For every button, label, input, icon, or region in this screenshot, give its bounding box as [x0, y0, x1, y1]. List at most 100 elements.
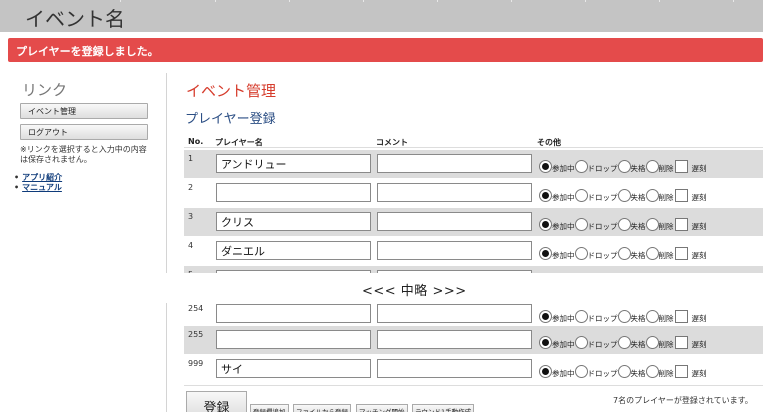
late-checkbox[interactable]: [674, 310, 688, 323]
table-row: 3 参加中 ドロップ 失格 削除 遅刻: [184, 208, 763, 236]
status-option-label: ドロップ: [587, 340, 618, 349]
status-radio[interactable]: [617, 247, 631, 260]
player-name-input[interactable]: [216, 359, 371, 378]
flash-message: プレイヤーを登録しました。: [8, 38, 763, 62]
late-label: 遅刻: [691, 340, 707, 349]
status-option-label: 失格: [630, 251, 646, 260]
status-radio[interactable]: [645, 310, 659, 323]
status-radio[interactable]: [574, 336, 588, 349]
add-row-button[interactable]: 登録欄追加: [250, 404, 289, 412]
status-radio[interactable]: [539, 218, 552, 231]
player-name-input[interactable]: [216, 212, 371, 231]
status-radio[interactable]: [645, 160, 659, 173]
register-from-file-button[interactable]: ファイルから登録: [293, 404, 351, 412]
sidebar-divider: [166, 73, 167, 412]
row-number: 1: [188, 154, 194, 163]
table-row: 254 参加中 ドロップ 失格 削除 遅刻: [184, 300, 763, 328]
status-radio[interactable]: [645, 189, 659, 202]
player-name-input[interactable]: [216, 241, 371, 260]
status-option-label: 削除: [658, 164, 674, 173]
status-option-label: 参加中: [552, 193, 575, 202]
status-option-label: 参加中: [552, 369, 575, 378]
footer-rule: [184, 385, 763, 386]
status-option-label: 失格: [630, 369, 646, 378]
status-radio[interactable]: [539, 160, 552, 173]
comment-input[interactable]: [377, 212, 532, 231]
status-option-label: 失格: [630, 340, 646, 349]
table-row: 2 参加中 ドロップ 失格 削除 遅刻: [184, 179, 763, 207]
comment-input[interactable]: [377, 183, 532, 202]
status-option-label: 参加中: [552, 314, 575, 323]
status-option-label: 削除: [658, 369, 674, 378]
comment-input[interactable]: [377, 154, 532, 173]
status-radio[interactable]: [617, 365, 631, 378]
player-name-input[interactable]: [216, 304, 371, 323]
logout-button[interactable]: ログアウト: [20, 124, 148, 140]
player-name-input[interactable]: [216, 330, 371, 349]
status-option-label: 参加中: [552, 340, 575, 349]
status-radio[interactable]: [539, 310, 552, 323]
status-option-label: 参加中: [552, 222, 575, 231]
row-number: 255: [188, 330, 204, 339]
status-radio[interactable]: [645, 218, 659, 231]
status-option-label: 失格: [630, 222, 646, 231]
late-checkbox[interactable]: [674, 336, 688, 349]
app-intro-link[interactable]: アプリ紹介: [22, 173, 62, 182]
status-radio[interactable]: [574, 160, 588, 173]
late-checkbox[interactable]: [674, 189, 688, 202]
status-radio[interactable]: [574, 218, 588, 231]
page: イベント名 プレイヤーを登録しました。 リンク イベント管理 ログアウト ※リン…: [0, 0, 763, 412]
status-options: 参加中 ドロップ 失格 削除 遅刻: [539, 306, 707, 324]
section-title: プレイヤー登録: [185, 112, 276, 127]
status-radio[interactable]: [539, 247, 552, 260]
status-option-label: ドロップ: [587, 164, 618, 173]
status-radio[interactable]: [574, 189, 588, 202]
comment-input[interactable]: [377, 241, 532, 260]
sidebar-note: ※リンクを選択すると入力中の内容は保存されません。: [20, 145, 147, 164]
manual-round1-button[interactable]: ラウンド1手動作成: [412, 404, 475, 412]
status-option-label: 参加中: [552, 251, 575, 260]
app-header: イベント名: [0, 0, 763, 32]
table-row: 255 参加中 ドロップ 失格 削除 遅刻: [184, 326, 763, 354]
status-radio[interactable]: [574, 365, 588, 378]
sidebar-heading: リンク: [22, 81, 68, 99]
status-radio[interactable]: [539, 189, 552, 202]
status-option-label: ドロップ: [587, 251, 618, 260]
status-radio[interactable]: [617, 189, 631, 202]
late-checkbox[interactable]: [674, 160, 688, 173]
event-title: イベント名: [25, 7, 125, 31]
player-name-input[interactable]: [216, 154, 371, 173]
row-number: 4: [188, 241, 194, 250]
status-option-label: 削除: [658, 222, 674, 231]
status-radio[interactable]: [539, 336, 552, 349]
register-button[interactable]: 登録: [186, 391, 247, 412]
status-option-label: ドロップ: [587, 314, 618, 323]
comment-input[interactable]: [377, 330, 532, 349]
late-checkbox[interactable]: [674, 365, 688, 378]
status-option-label: 削除: [658, 251, 674, 260]
status-radio[interactable]: [645, 365, 659, 378]
late-checkbox[interactable]: [674, 247, 688, 260]
late-label: 遅刻: [691, 314, 707, 323]
status-options: 参加中 ドロップ 失格 削除 遅刻: [539, 214, 707, 232]
status-radio[interactable]: [645, 336, 659, 349]
player-name-input[interactable]: [216, 183, 371, 202]
status-option-label: 失格: [630, 164, 646, 173]
status-option-label: ドロップ: [587, 369, 618, 378]
status-radio[interactable]: [574, 310, 588, 323]
status-radio[interactable]: [617, 336, 631, 349]
late-checkbox[interactable]: [674, 218, 688, 231]
status-radio[interactable]: [617, 160, 631, 173]
status-radio[interactable]: [617, 310, 631, 323]
status-radio[interactable]: [574, 247, 588, 260]
comment-input[interactable]: [377, 359, 532, 378]
status-option-label: 削除: [658, 340, 674, 349]
status-radio[interactable]: [617, 218, 631, 231]
omission-text: <<< 中略 >>>: [362, 284, 467, 299]
comment-input[interactable]: [377, 304, 532, 323]
start-matching-button[interactable]: マッチング開始: [356, 404, 408, 412]
status-radio[interactable]: [539, 365, 552, 378]
event-management-button[interactable]: イベント管理: [20, 103, 148, 119]
manual-link[interactable]: マニュアル: [22, 183, 62, 192]
status-radio[interactable]: [645, 247, 659, 260]
